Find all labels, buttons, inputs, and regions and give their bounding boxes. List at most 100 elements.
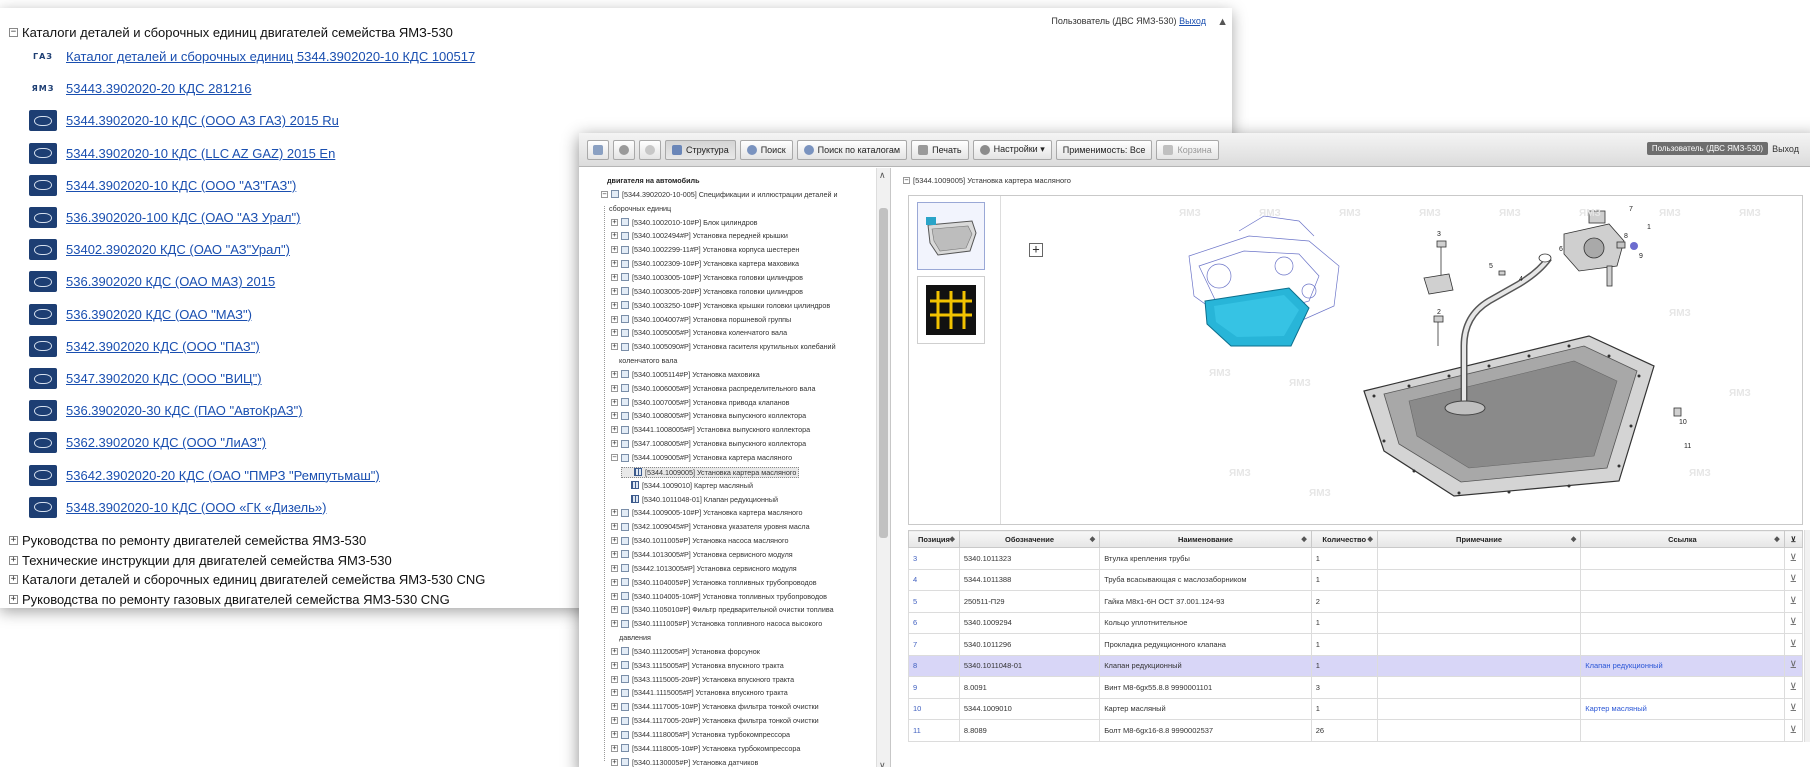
tree-node[interactable]: − [5344.1009005#Р] Установка картера масл…	[611, 453, 792, 462]
catalog-link[interactable]: 5342.3902020 КДС (ООО "ПАЗ")	[66, 339, 260, 354]
expand-icon[interactable]: +	[611, 620, 618, 628]
tree-node[interactable]: + [5344.1117005-20#Р] Установка фильтра т…	[611, 716, 819, 725]
catalog-link[interactable]: 53402.3902020 КДС (ОАО "АЗ"Урал")	[66, 242, 290, 257]
search-button[interactable]: Поиск	[739, 139, 793, 160]
link-cell[interactable]: Клапан редукционный	[1580, 654, 1785, 677]
tree-root-collapsed[interactable]: + Технические инструкции для двигателей с…	[9, 553, 392, 568]
catalog-link[interactable]: 5347.3902020 КДС (ООО "ВИЦ")	[66, 371, 262, 386]
expand-icon[interactable]: +	[611, 232, 618, 240]
expand-icon[interactable]: +	[9, 536, 18, 545]
tree-node[interactable]: + [5340.1005005#Р] Установка коленчатого …	[611, 328, 787, 337]
expand-icon[interactable]: +	[611, 218, 618, 226]
catalog-item[interactable]: 5347.3902020 КДС (ООО "ВИЦ")	[29, 368, 262, 389]
table-row[interactable]: 11 8.8089 Болт М8-6gх16-8.8 9990002537 26 ⊻	[908, 719, 1804, 742]
tree-node[interactable]: + [5344.1118005#Р] Установка турбокомпрес…	[611, 730, 790, 739]
tree-node[interactable]: + [5340.1002299-11#Р] Установка корпуса ш…	[611, 245, 799, 254]
add-to-cart-icon[interactable]: ⊻	[1783, 654, 1804, 677]
tree-node[interactable]: + [5342.1009045#Р] Установка указателя ур…	[611, 522, 810, 531]
catalog-item[interactable]: 536.3902020 КДС (ОАО "МАЗ")	[29, 303, 252, 325]
tree-node[interactable]: + [5343.1115005-20#Р] Установка впускного…	[611, 675, 794, 684]
expand-icon[interactable]: +	[611, 329, 618, 337]
sort-icon[interactable]: ◆	[1571, 535, 1576, 543]
expand-icon[interactable]: +	[9, 575, 18, 584]
column-header[interactable]: Обозначение ◆	[958, 530, 1101, 548]
tree-node-selected[interactable]: [5344.1009005] Установка картера масляно…	[621, 466, 800, 478]
expand-icon[interactable]: +	[611, 550, 618, 558]
sort-icon[interactable]: ◆	[1090, 535, 1095, 543]
table-row[interactable]: 5 250511-П29 Гайка М8х1-6Н ОСТ 37.001.124-…	[908, 590, 1804, 613]
expand-icon[interactable]: +	[611, 661, 618, 669]
expand-icon[interactable]: +	[9, 594, 18, 604]
catalog-link[interactable]: 53443.3902020-20 КДС 281216	[66, 81, 252, 96]
expand-icon[interactable]: +	[611, 509, 618, 517]
add-to-cart-icon[interactable]: ⊻	[1783, 590, 1804, 613]
column-header[interactable]: Позиция ◆	[908, 530, 960, 548]
tree-node[interactable]: + [5340.1002494#Р] Установка передней кры…	[611, 231, 788, 240]
catalog-link[interactable]: 536.3902020 КДС (ОАО "МАЗ")	[66, 307, 252, 322]
table-row[interactable]: 7 5340.1011296 Прокладка редукционного кла…	[908, 633, 1804, 656]
tree-scrollbar-thumb[interactable]	[879, 208, 888, 538]
table-row[interactable]: 3 5340.1011323 Втулка крепления трубы 1 ⊻	[908, 547, 1804, 570]
add-to-cart-icon[interactable]: ⊻	[1783, 547, 1804, 570]
tree-node[interactable]: + [5347.1008005#Р] Установка выпускного к…	[611, 439, 806, 448]
expand-icon[interactable]: +	[611, 689, 618, 697]
sort-icon[interactable]: ◆	[1774, 535, 1779, 543]
expand-icon[interactable]: +	[611, 744, 618, 752]
catalog-link[interactable]: 536.3902020-100 КДС (ОАО "АЗ Урал")	[66, 210, 300, 225]
tree-node[interactable]: + [53441.1008005#Р] Установка выпускного …	[611, 425, 810, 434]
expand-icon[interactable]: +	[611, 606, 618, 614]
expand-icon[interactable]: +	[611, 578, 618, 586]
tree-node[interactable]: + [5344.1118005-10#Р] Установка турбокомп…	[611, 744, 800, 753]
expand-icon[interactable]: +	[611, 260, 618, 268]
catalog-item[interactable]: 5348.3902020-10 КДС (ООО «ГК «Дизель»)	[29, 496, 326, 518]
catalog-link[interactable]: 5362.3902020 КДС (ООО "ЛиАЗ")	[66, 435, 266, 450]
tree-node[interactable]: + [5340.1003250-10#Р] Установка крышки го…	[611, 301, 830, 310]
expand-icon[interactable]: +	[611, 703, 618, 711]
expand-icon[interactable]: +	[9, 555, 18, 565]
tree-node[interactable]: + [5340.1112005#Р] Установка форсунок	[611, 647, 760, 656]
tree-node[interactable]: + [5340.1004007#Р] Установка поршневой гр…	[611, 315, 791, 324]
add-to-cart-icon[interactable]: ⊻	[1783, 676, 1804, 699]
sort-icon[interactable]: ◆	[1367, 535, 1372, 543]
scroll-up-icon[interactable]: ∧	[879, 170, 886, 181]
expand-icon[interactable]: +	[611, 384, 618, 392]
expand-icon[interactable]: +	[611, 675, 618, 683]
tree-node[interactable]: + [5340.1130005#Р] Установка датчиков	[611, 758, 758, 767]
collapse-icon[interactable]: −	[601, 190, 608, 198]
scroll-up-icon[interactable]: ▲	[1217, 16, 1228, 28]
sort-icon[interactable]: ◆	[949, 535, 954, 543]
tree-node[interactable]: + [5340.1003005-20#Р] Установка головки ц…	[611, 287, 803, 296]
expand-icon[interactable]: +	[611, 398, 618, 406]
nav-back-button[interactable]	[613, 139, 635, 160]
catalog-link[interactable]: 536.3902020 КДС (ОАО МАЗ) 2015	[66, 274, 275, 289]
tree-node[interactable]: + [5344.1117005-10#Р] Установка фильтра т…	[611, 702, 819, 711]
tree-node[interactable]: + [5340.1005090#Р] Установка гасителя кру…	[611, 342, 836, 351]
tree-root-collapsed[interactable]: + Руководства по ремонту газовых двигател…	[9, 592, 450, 607]
logout-link[interactable]: Выход	[1179, 16, 1206, 26]
table-row[interactable]: 4 5344.1011388 Труба всасывающая с маслоза…	[908, 568, 1804, 591]
add-to-cart-icon[interactable]: ⊻	[1783, 568, 1804, 591]
add-to-cart-icon[interactable]: ⊻	[1783, 611, 1804, 634]
thumbnail-assembly[interactable]	[917, 202, 985, 270]
catalog-item[interactable]: 536.3902020-30 КДС (ПАО "АвтоКрАЗ")	[29, 400, 303, 422]
expand-icon[interactable]: +	[611, 440, 618, 448]
column-header[interactable]: Ссылка ◆	[1580, 530, 1785, 548]
add-to-cart-icon[interactable]: ⊻	[1783, 633, 1804, 656]
sort-icon[interactable]: ◆	[1301, 535, 1306, 543]
cart-button[interactable]: Корзина	[1156, 139, 1219, 160]
expand-icon[interactable]: +	[611, 731, 618, 738]
tree-root-collapsed[interactable]: + Руководства по ремонту двигателей семей…	[9, 533, 366, 548]
expand-icon[interactable]: +	[611, 273, 618, 281]
catalog-item[interactable]: ЯМЗ 53443.3902020-20 КДС 281216	[29, 78, 252, 99]
tree-node[interactable]: + [53442.1013005#Р] Установка сервисного …	[611, 564, 797, 573]
catalog-item[interactable]: 5344.3902020-10 КДС (ООО "АЗ"ГАЗ")	[29, 174, 296, 196]
catalog-item[interactable]: ГАЗ Каталог деталей и сборочных единиц 53…	[29, 46, 475, 67]
tree-node[interactable]: + [5340.1005114#Р] Установка маховика	[611, 370, 760, 379]
expand-icon[interactable]: +	[611, 717, 618, 725]
expand-icon[interactable]: +	[611, 343, 618, 351]
back-button[interactable]	[587, 139, 609, 160]
tree-node[interactable]: + [53441.1115005#Р] Установка впускного т…	[611, 688, 788, 697]
expand-icon[interactable]: +	[611, 301, 618, 309]
expand-icon[interactable]: +	[611, 523, 618, 531]
expand-icon[interactable]: +	[611, 315, 618, 323]
